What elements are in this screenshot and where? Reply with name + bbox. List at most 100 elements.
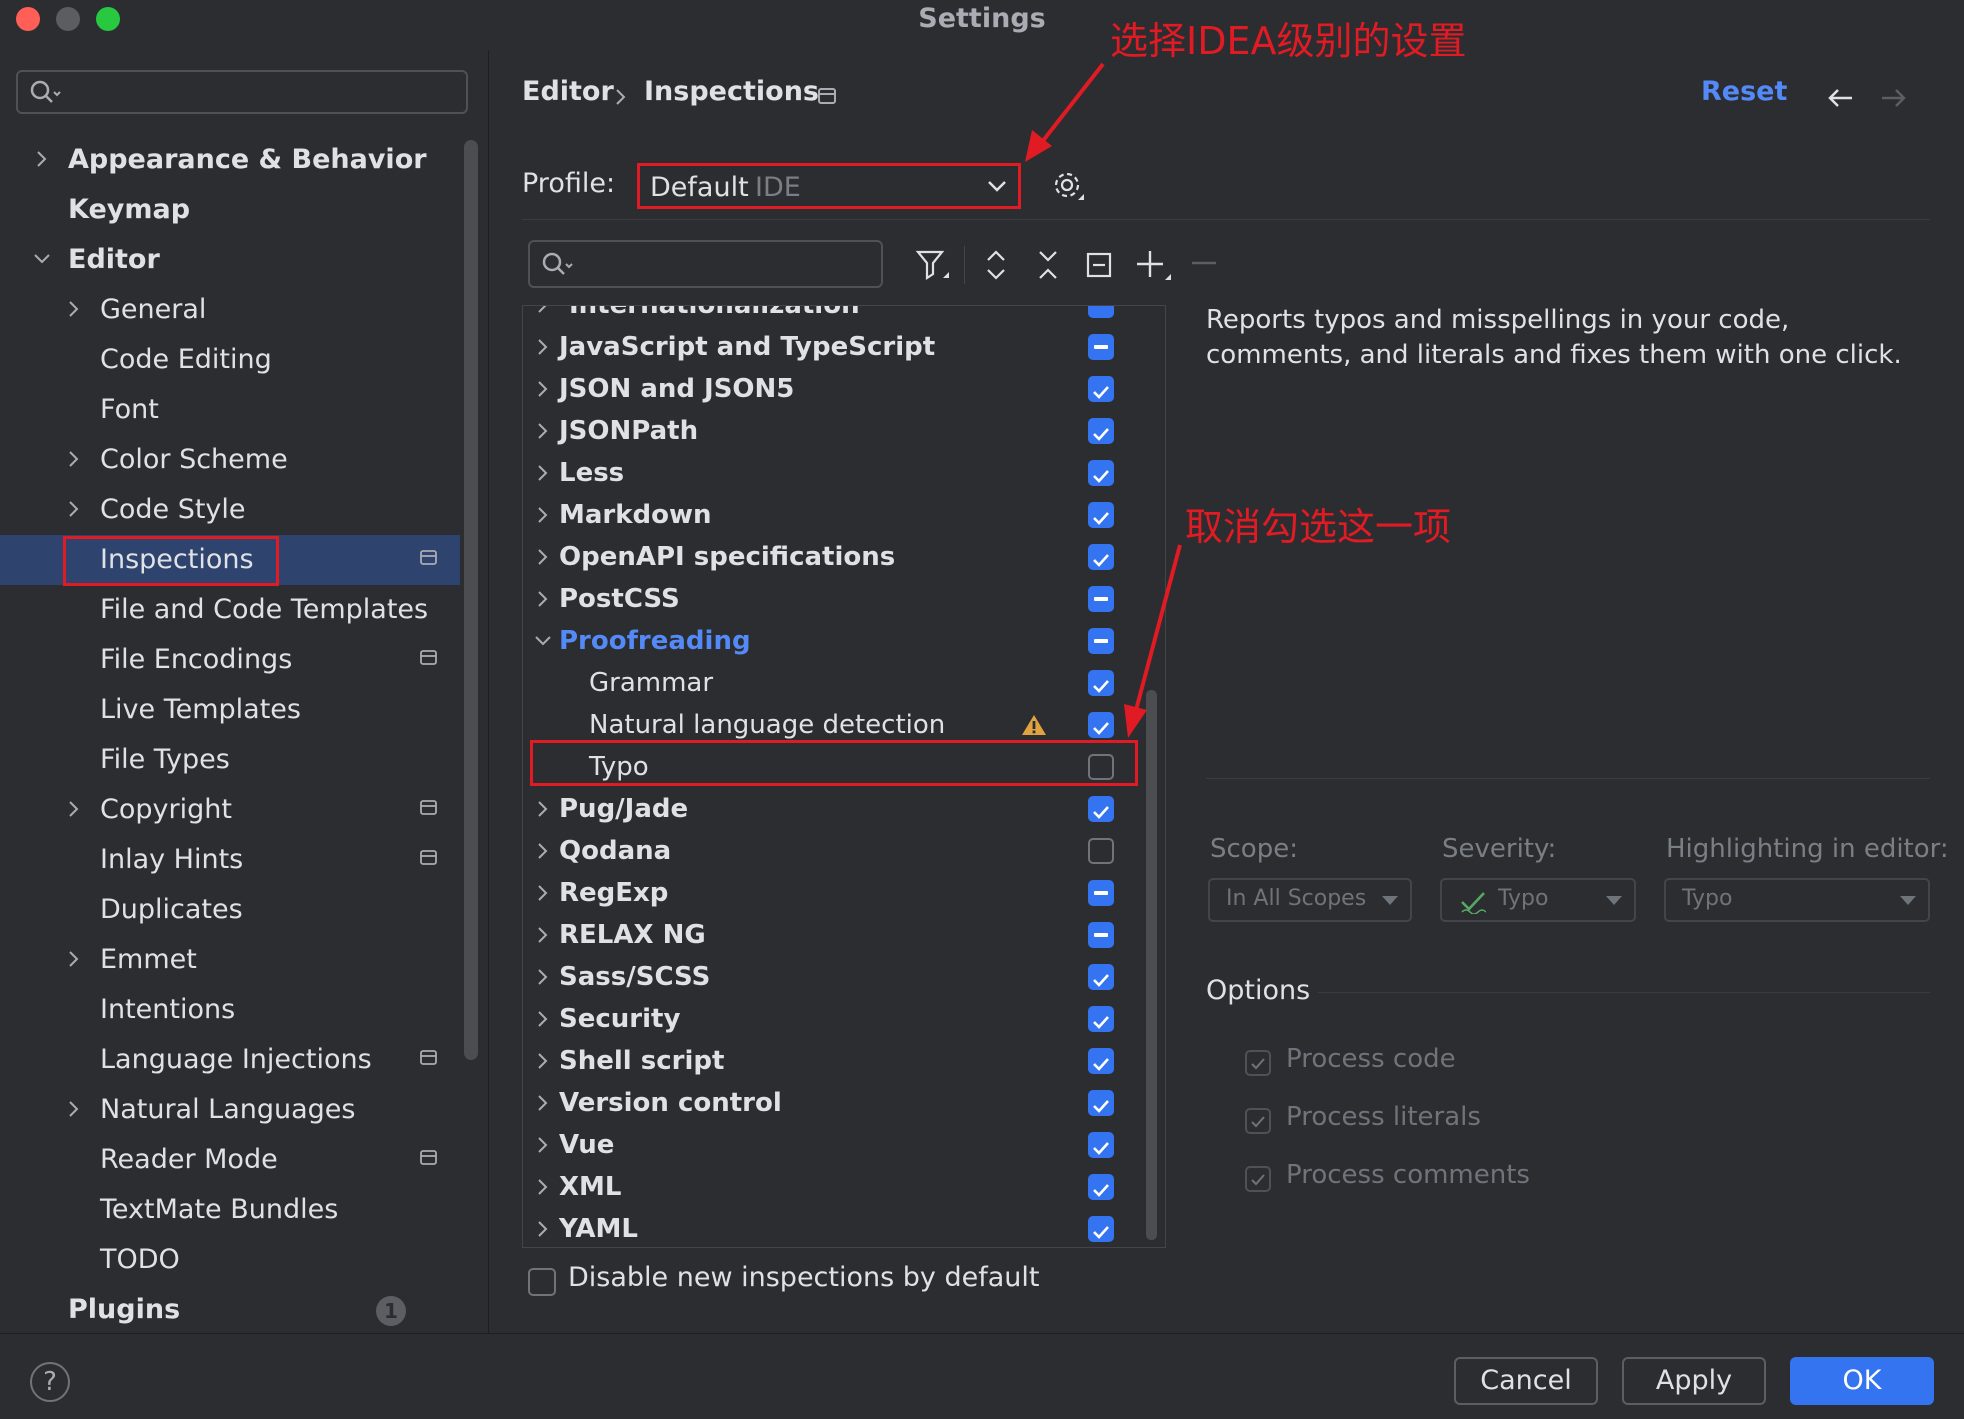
apply-button[interactable]: Apply: [1622, 1357, 1766, 1405]
sidebar-item-font[interactable]: Font: [0, 385, 460, 435]
chevron-right-icon[interactable]: [533, 830, 553, 872]
sidebar-item-editor[interactable]: Editor: [0, 235, 460, 285]
add-icon[interactable]: [1135, 248, 1173, 284]
option-checkbox[interactable]: [1245, 1050, 1271, 1076]
tree-row-shell-script[interactable]: Shell script: [523, 1040, 1137, 1082]
tree-row-checkbox[interactable]: [1088, 796, 1114, 822]
tree-row-checkbox[interactable]: [1088, 964, 1114, 990]
tree-row-pug-jade[interactable]: Pug/Jade: [523, 788, 1137, 830]
tree-row-postcss[interactable]: PostCSS: [523, 578, 1137, 620]
chevron-right-icon[interactable]: [533, 326, 553, 368]
sidebar-item-reader-mode[interactable]: Reader Mode: [0, 1135, 460, 1185]
tree-row-yaml[interactable]: YAML: [523, 1208, 1137, 1247]
tree-row-version-control[interactable]: Version control: [523, 1082, 1137, 1124]
sidebar-item-copyright[interactable]: Copyright: [0, 785, 460, 835]
sidebar-item-keymap[interactable]: Keymap: [0, 185, 460, 235]
tree-row-javascript-and-typescript[interactable]: JavaScript and TypeScript: [523, 326, 1137, 368]
tree-row-checkbox[interactable]: [1088, 586, 1114, 612]
tree-row-openapi-specifications[interactable]: OpenAPI specifications: [523, 536, 1137, 578]
chevron-right-icon[interactable]: [533, 578, 553, 620]
chevron-right-icon[interactable]: [64, 785, 84, 835]
sidebar-item-language-injections[interactable]: Language Injections: [0, 1035, 460, 1085]
tree-row-checkbox[interactable]: [1088, 1048, 1114, 1074]
sidebar-item-plugins[interactable]: Plugins 1: [0, 1285, 460, 1335]
profile-dropdown[interactable]: Default IDE: [637, 163, 1021, 209]
sidebar-item-file-and-code-templates[interactable]: File and Code Templates: [0, 585, 460, 635]
chevron-right-icon[interactable]: [64, 285, 84, 335]
sidebar-item-code-editing[interactable]: Code Editing: [0, 335, 460, 385]
chevron-right-icon[interactable]: [32, 135, 52, 185]
sidebar-item-todo[interactable]: TODO: [0, 1235, 460, 1285]
forward-arrow-icon[interactable]: [1878, 86, 1908, 110]
option-checkbox[interactable]: [1245, 1108, 1271, 1134]
chevron-right-icon[interactable]: [533, 410, 553, 452]
chevron-right-icon[interactable]: [533, 1082, 553, 1124]
option-checkbox[interactable]: [1245, 1166, 1271, 1192]
tree-row-checkbox[interactable]: [1088, 712, 1114, 738]
tree-row-grammar[interactable]: Grammar: [523, 662, 1137, 704]
reset-link[interactable]: Reset: [1701, 76, 1787, 107]
remove-icon[interactable]: [1190, 256, 1218, 270]
tree-row-checkbox[interactable]: [1088, 628, 1114, 654]
chevron-right-icon[interactable]: [533, 1124, 553, 1166]
tree-row-sass-scss[interactable]: Sass/SCSS: [523, 956, 1137, 998]
chevron-right-icon[interactable]: [533, 452, 553, 494]
highlighting-dropdown[interactable]: Typo: [1664, 878, 1930, 922]
chevron-right-icon[interactable]: [533, 494, 553, 536]
severity-dropdown[interactable]: Typo: [1440, 878, 1636, 922]
chevron-right-icon[interactable]: [533, 914, 553, 956]
ok-button[interactable]: OK: [1790, 1357, 1934, 1405]
tree-row-checkbox[interactable]: [1088, 922, 1114, 948]
tree-row-cutoff[interactable]: Internationalization: [523, 306, 1137, 326]
tree-row-checkbox[interactable]: [1088, 418, 1114, 444]
tree-row-checkbox[interactable]: [1088, 376, 1114, 402]
chevron-right-icon[interactable]: [64, 1085, 84, 1135]
chevron-right-icon[interactable]: [533, 1166, 553, 1208]
sidebar-item-live-templates[interactable]: Live Templates: [0, 685, 460, 735]
reset-to-default-icon[interactable]: [1085, 250, 1113, 280]
sidebar-item-natural-languages[interactable]: Natural Languages: [0, 1085, 460, 1135]
tree-row-checkbox[interactable]: [1088, 1090, 1114, 1116]
chevron-right-icon[interactable]: [64, 935, 84, 985]
chevron-right-icon[interactable]: [533, 998, 553, 1040]
tree-row-checkbox[interactable]: [1088, 1174, 1114, 1200]
tree-row-checkbox[interactable]: [1088, 670, 1114, 696]
tree-row-less[interactable]: Less: [523, 452, 1137, 494]
tree-row-proofreading[interactable]: Proofreading: [523, 620, 1137, 662]
sidebar-item-file-types[interactable]: File Types: [0, 735, 460, 785]
gear-icon[interactable]: [1052, 170, 1086, 204]
chevron-down-icon[interactable]: [533, 620, 553, 662]
sidebar-item-intentions[interactable]: Intentions: [0, 985, 460, 1035]
tree-row-qodana[interactable]: Qodana: [523, 830, 1137, 872]
tree-row-security[interactable]: Security: [523, 998, 1137, 1040]
chevron-down-icon[interactable]: [32, 235, 52, 285]
back-arrow-icon[interactable]: [1826, 86, 1856, 110]
sidebar-item-code-style[interactable]: Code Style: [0, 485, 460, 535]
tree-scrollbar[interactable]: [1146, 690, 1157, 1240]
expand-all-icon[interactable]: [983, 248, 1009, 282]
scope-dropdown[interactable]: In All Scopes: [1208, 878, 1412, 922]
sidebar-scrollbar[interactable]: [464, 140, 478, 1060]
chevron-right-icon[interactable]: [64, 485, 84, 535]
tree-row-relax-ng[interactable]: RELAX NG: [523, 914, 1137, 956]
tree-row-checkbox[interactable]: [1088, 334, 1114, 360]
sidebar-item-duplicates[interactable]: Duplicates: [0, 885, 460, 935]
chevron-right-icon[interactable]: [533, 788, 553, 830]
tree-row-markdown[interactable]: Markdown: [523, 494, 1137, 536]
chevron-right-icon[interactable]: [64, 435, 84, 485]
disable-new-checkbox[interactable]: [528, 1268, 556, 1296]
tree-row-checkbox[interactable]: [1088, 544, 1114, 570]
tree-row-checkbox[interactable]: [1088, 838, 1114, 864]
tree-row-json-and-json5[interactable]: JSON and JSON5: [523, 368, 1137, 410]
settings-search-input[interactable]: [16, 70, 468, 114]
chevron-right-icon[interactable]: [533, 956, 553, 998]
chevron-right-icon[interactable]: [533, 872, 553, 914]
sidebar-item-appearance-behavior[interactable]: Appearance & Behavior: [0, 135, 460, 185]
tree-row-jsonpath[interactable]: JSONPath: [523, 410, 1137, 452]
inspection-search-input[interactable]: [528, 240, 883, 288]
chevron-right-icon[interactable]: [533, 1040, 553, 1082]
tree-row-checkbox[interactable]: [1088, 1216, 1114, 1242]
help-button[interactable]: ?: [30, 1362, 70, 1402]
tree-row-vue[interactable]: Vue: [523, 1124, 1137, 1166]
chevron-right-icon[interactable]: [533, 536, 553, 578]
